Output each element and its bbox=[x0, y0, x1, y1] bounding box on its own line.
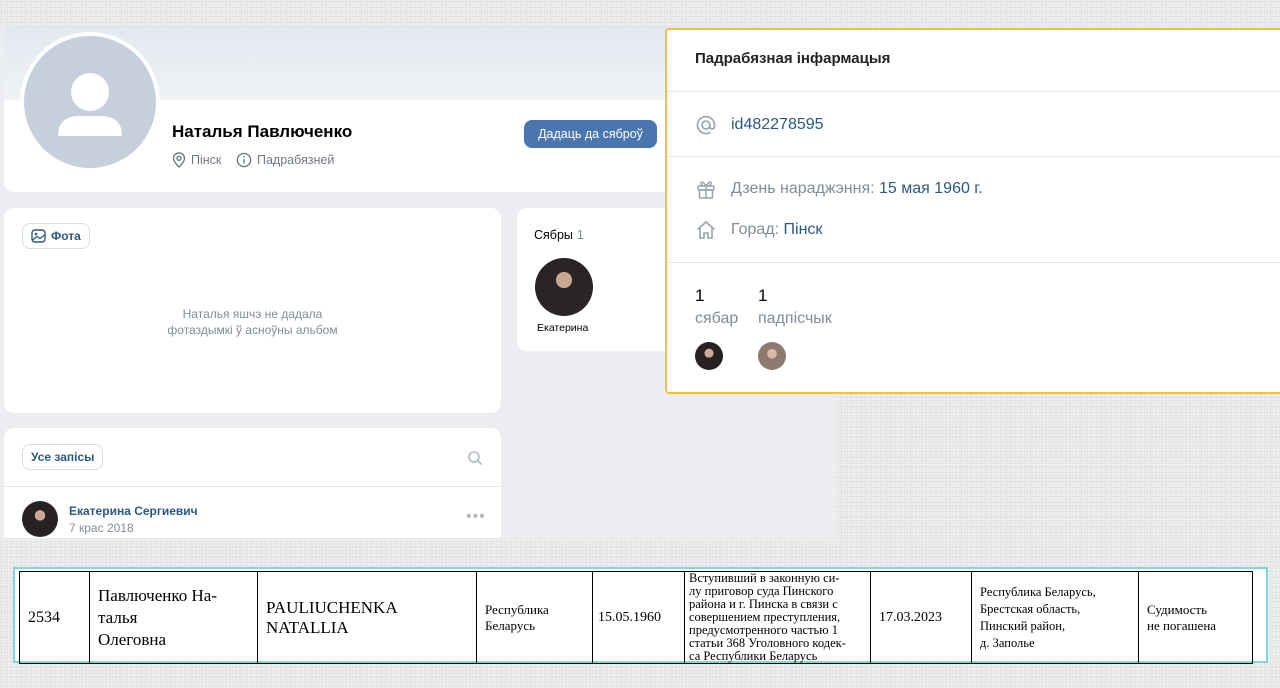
name-lat-line2: NATALLIA bbox=[266, 617, 349, 637]
table-row: 2534 Павлюченко На- талья Олеговна PAULI… bbox=[19, 571, 1253, 664]
friends-count: 1 bbox=[576, 228, 584, 242]
name-ru-line3: Олеговна bbox=[98, 629, 167, 649]
photos-tab[interactable]: Фота bbox=[22, 223, 90, 249]
birth-date: 15.05.1960 bbox=[598, 609, 661, 625]
cell-decision-date: 17.03.2023 bbox=[870, 571, 972, 664]
details-followers-stat[interactable]: 1 падпісчык bbox=[758, 286, 832, 328]
registry-table-frame: 2534 Павлюченко На- талья Олеговна PAULI… bbox=[13, 567, 1268, 664]
profile-name: Наталья Павлюченко bbox=[172, 122, 353, 141]
cell-number: 2534 bbox=[19, 571, 90, 664]
photos-empty-message: Наталья яшчэ не дадала фотаздымкі ў асно… bbox=[4, 306, 501, 338]
name-ru-line1: Павлюченко На- bbox=[98, 585, 217, 605]
cell-status: Судимость не погашена bbox=[1138, 571, 1253, 664]
details-birthday-row: Дзень нараджэння: 15 мая 1960 г. bbox=[695, 178, 983, 200]
profile-city-text: Пінск bbox=[191, 153, 222, 167]
address-line1: Республика Беларусь, bbox=[980, 584, 1096, 599]
cell-birth-date: 15.05.1960 bbox=[592, 571, 685, 664]
details-city: Горад: Пінск bbox=[731, 221, 822, 239]
details-followers-label: падпісчык bbox=[758, 310, 832, 327]
search-icon[interactable] bbox=[467, 450, 483, 466]
friend-mini-avatar[interactable] bbox=[695, 342, 723, 370]
home-icon bbox=[696, 220, 716, 239]
posts-divider bbox=[4, 486, 501, 487]
more-options-icon[interactable]: ••• bbox=[466, 508, 486, 526]
details-friends-label: сябар bbox=[695, 310, 739, 327]
friend-name[interactable]: Екатерина bbox=[537, 322, 588, 334]
details-city-row: Горад: Пінск bbox=[695, 219, 822, 241]
registry-table: 2534 Павлюченко На- талья Олеговна PAULI… bbox=[19, 571, 1253, 664]
friends-title: Сябры bbox=[534, 228, 573, 242]
address-line3: Пинский район, bbox=[980, 618, 1066, 633]
profile-city[interactable]: Пінск bbox=[172, 152, 221, 168]
photos-empty-line2: фотаздымкі ў асноўны альбом bbox=[167, 323, 338, 337]
verdict-line: са Республики Беларусь bbox=[689, 649, 818, 663]
address-line2: Брестская область, bbox=[980, 601, 1081, 616]
cell-verdict: Вступивший в законную си- лу приговор су… bbox=[684, 571, 871, 664]
details-followers-count: 1 bbox=[758, 286, 768, 305]
details-city-label: Горад: bbox=[731, 221, 780, 238]
details-user-id-row: id482278595 bbox=[695, 114, 824, 136]
registry-number: 2534 bbox=[28, 608, 60, 626]
cell-address: Республика Беларусь, Брестская область, … bbox=[971, 571, 1139, 664]
status-line1: Судимость bbox=[1147, 601, 1208, 617]
post-date[interactable]: 7 крас 2018 bbox=[69, 521, 134, 535]
cell-name-lat: PAULIUCHENKA NATALLIA bbox=[257, 571, 477, 664]
address-line4: д. Заполье bbox=[980, 635, 1035, 650]
details-title: Падрабязная інфармацыя bbox=[695, 50, 891, 67]
photo-icon bbox=[31, 229, 46, 243]
citizenship-line2: Беларусь bbox=[485, 617, 536, 633]
name-lat-line1: PAULIUCHENKA bbox=[266, 597, 398, 617]
friends-card: Сябры 1 Екатерина bbox=[517, 208, 677, 351]
friends-header[interactable]: Сябры 1 bbox=[534, 228, 584, 242]
location-pin-icon bbox=[172, 152, 186, 168]
friend-avatar[interactable] bbox=[535, 258, 593, 316]
citizenship-line1: Республика bbox=[485, 601, 549, 617]
details-friends-stat[interactable]: 1 сябар bbox=[695, 286, 738, 328]
user-placeholder-icon bbox=[58, 73, 122, 136]
all-posts-tab[interactable]: Усе запісы bbox=[22, 444, 104, 470]
details-birthday-label: Дзень нараджэння: bbox=[731, 180, 875, 197]
name-ru-line2: талья bbox=[98, 607, 138, 627]
photos-card: Фота Наталья яшчэ не дадала фотаздымкі ў… bbox=[4, 208, 501, 413]
gift-icon bbox=[697, 181, 715, 199]
details-friends-count: 1 bbox=[695, 286, 705, 305]
profile-more-text: Падрабязней bbox=[257, 153, 335, 167]
details-birthday: Дзень нараджэння: 15 мая 1960 г. bbox=[731, 180, 983, 198]
profile-more-link[interactable]: Падрабязней bbox=[236, 152, 334, 168]
posts-card: Усе запісы Екатерина Сергиевич 7 крас 20… bbox=[4, 428, 501, 538]
post-author-avatar[interactable] bbox=[22, 501, 58, 537]
details-popup: Падрабязная інфармацыя id482278595 Дзень… bbox=[665, 28, 1280, 394]
profile-avatar[interactable] bbox=[20, 32, 160, 172]
post-author-name[interactable]: Екатерина Сергиевич bbox=[69, 504, 198, 518]
details-city-value[interactable]: Пінск bbox=[784, 221, 823, 238]
cell-citizenship: Республика Беларусь bbox=[476, 571, 593, 664]
photos-empty-line1: Наталья яшчэ не дадала bbox=[182, 307, 323, 321]
details-user-id[interactable]: id482278595 bbox=[731, 116, 824, 134]
details-birthday-value[interactable]: 15 мая 1960 г. bbox=[879, 180, 983, 197]
details-divider bbox=[667, 91, 1280, 92]
info-icon bbox=[236, 152, 252, 168]
all-posts-label: Усе запісы bbox=[31, 450, 95, 464]
details-divider bbox=[667, 156, 1280, 157]
cell-name-ru: Павлюченко На- талья Олеговна bbox=[89, 571, 258, 664]
follower-mini-avatar[interactable] bbox=[758, 342, 786, 370]
add-friend-button[interactable]: Дадаць да сяброў bbox=[524, 120, 657, 148]
decision-date: 17.03.2023 bbox=[879, 609, 942, 625]
details-divider bbox=[667, 262, 1280, 263]
status-line2: не погашена bbox=[1147, 617, 1217, 633]
photos-tab-label: Фота bbox=[51, 229, 81, 243]
at-sign-icon bbox=[696, 115, 716, 135]
